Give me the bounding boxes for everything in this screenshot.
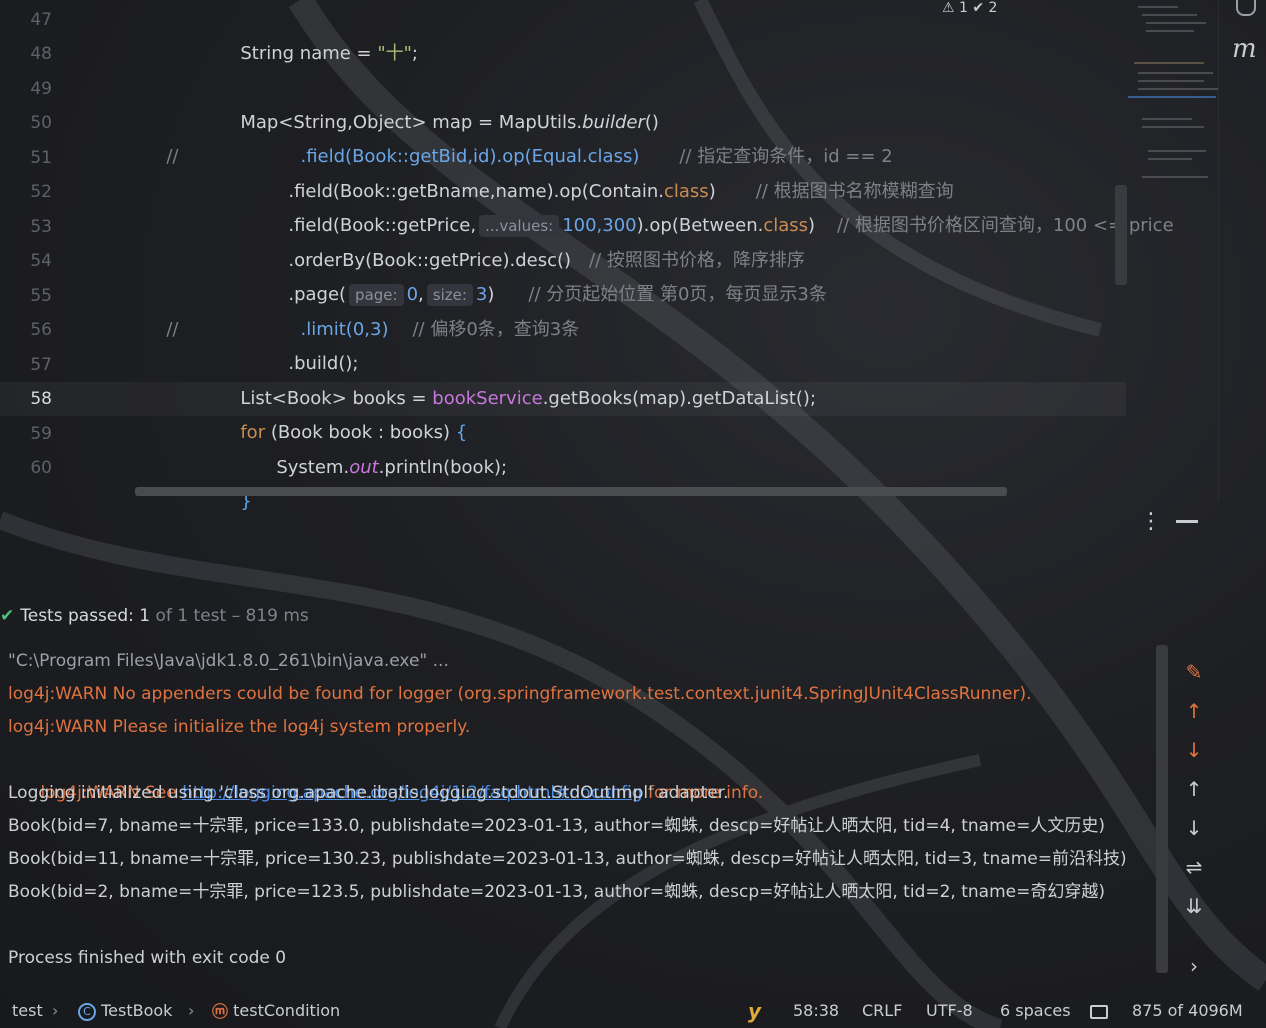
test-result-summary: ✔ Tests passed: 1 of 1 test – 819 ms <box>0 602 309 630</box>
line-number: 47 <box>30 10 52 30</box>
console-line: Logging initialized using 'class org.apa… <box>8 783 729 803</box>
check-icon: ✔ <box>0 606 15 626</box>
breadcrumb-class-label: TestBook <box>101 1001 173 1020</box>
line-number: 56 <box>30 320 52 340</box>
expand-icon[interactable]: › <box>1176 951 1212 981</box>
console-line: log4j:WARN Please initialize the log4j s… <box>8 717 471 737</box>
code-line[interactable]: .page(page: 0, size: 3)// 分页起始位置 第0页，每页显示3条 <box>132 244 1128 306</box>
line-number: 52 <box>30 182 52 202</box>
line-number: 53 <box>30 217 52 237</box>
inspection-status[interactable]: ⚠ 1 ✔ 2 <box>942 0 997 16</box>
line-number: 59 <box>30 424 52 444</box>
code-line[interactable]: .field(Book::getBname,name).op(Contain.c… <box>132 141 1128 202</box>
tests-passed-label: Tests passed: <box>20 606 134 626</box>
method-icon: ⓜ <box>212 1001 229 1021</box>
scroll-to-end-icon[interactable]: ⇊ <box>1176 891 1212 921</box>
more-options-icon[interactable]: ⋮ <box>1140 510 1162 534</box>
console-line: Book(bid=11, bname=十宗罪, price=130.23, pu… <box>8 849 1127 869</box>
console-line: Book(bid=2, bname=十宗罪, price=123.5, publ… <box>8 882 1105 902</box>
line-number-gutter[interactable]: 47 48 49 50 51 52 53 54 55 56 57 58 59 6… <box>0 0 70 498</box>
file-encoding[interactable]: UTF-8 <box>926 994 973 1028</box>
console-line: log4j:WARN See http://logging.apache.org… <box>8 744 763 803</box>
run-panel-header <box>0 500 1218 600</box>
prev-failed-icon[interactable]: ↑ <box>1176 696 1212 726</box>
editor-horizontal-scrollbar[interactable] <box>135 487 1007 496</box>
line-number: 49 <box>30 79 52 99</box>
code-line[interactable]: .field(Book::getPrice, ...values: 100,300)… <box>132 175 1174 237</box>
code-line[interactable]: List<Book> books = bookService.getBooks(… <box>132 348 1128 409</box>
code-line[interactable]: Map<String,Object> map = MapUtils.builde… <box>132 72 1128 133</box>
console-line: Book(bid=7, bname=十宗罪, price=133.0, publ… <box>8 816 1105 836</box>
chevron-right-icon: › <box>188 1001 195 1020</box>
tests-passed-detail: of 1 test – 819 ms <box>155 606 309 626</box>
line-separator[interactable]: CRLF <box>862 994 902 1028</box>
lock-icon[interactable] <box>1090 994 1108 1028</box>
string-literal: "十" <box>377 43 412 64</box>
code-line[interactable]: //.field(Book::getBid,id).op(Equal.class… <box>132 106 1128 167</box>
tests-passed-count: 1 <box>139 606 151 626</box>
next-failed-icon[interactable]: ↓ <box>1176 735 1212 765</box>
minimize-icon[interactable] <box>1176 520 1198 523</box>
console-scrollbar[interactable] <box>1156 645 1168 973</box>
code-line-current[interactable]: for (Book book : books) { <box>132 382 1128 443</box>
code-line[interactable]: System.out.println(book); <box>132 417 1128 478</box>
plugin-icon[interactable]: y <box>748 994 761 1028</box>
line-number: 60 <box>30 458 52 478</box>
up-arrow-icon[interactable]: ↑ <box>1176 774 1212 804</box>
clear-icon[interactable]: ✎ <box>1176 657 1212 687</box>
breadcrumb-method-label: testCondition <box>233 1001 341 1020</box>
console-line: log4j:WARN No appenders could be found f… <box>8 684 1032 704</box>
editor-vertical-scrollbar[interactable] <box>1115 185 1127 285</box>
down-arrow-icon[interactable]: ↓ <box>1176 813 1212 843</box>
code-line[interactable]: } <box>132 451 1128 512</box>
console-output[interactable]: "C:\Program Files\Java\jdk1.8.0_261\bin\… <box>0 643 1168 973</box>
line-number: 55 <box>30 286 52 306</box>
line-number: 57 <box>30 355 52 375</box>
ide-window: 47 48 49 50 51 52 53 54 55 56 57 58 59 6… <box>0 0 1266 1028</box>
line-number-current: 58 <box>30 389 52 409</box>
cursor-position[interactable]: 58:38 <box>793 994 839 1028</box>
chevron-right-icon: › <box>52 1001 59 1020</box>
code-text: ; <box>411 43 418 64</box>
memory-indicator[interactable]: 875 of 4096M <box>1132 994 1243 1028</box>
database-icon[interactable] <box>1236 0 1256 16</box>
breadcrumb-method[interactable]: ⓜ testCondition <box>212 994 340 1028</box>
code-editor[interactable]: 47 48 49 50 51 52 53 54 55 56 57 58 59 6… <box>0 0 1218 512</box>
indent-setting[interactable]: 6 spaces <box>1000 994 1071 1028</box>
console-line: Process finished with exit code 0 <box>8 948 287 968</box>
line-number: 51 <box>30 148 52 168</box>
status-bar: test › C TestBook › ⓜ testCondition y 58… <box>0 994 1266 1028</box>
maven-icon[interactable]: m <box>1232 34 1257 64</box>
code-line[interactable]: .build(); <box>132 313 1128 374</box>
class-icon: C <box>78 1002 96 1021</box>
soft-wrap-icon[interactable]: ⇌ <box>1176 852 1212 882</box>
right-tool-strip <box>1218 0 1266 500</box>
line-number: 50 <box>30 113 52 133</box>
line-number: 48 <box>30 44 52 64</box>
code-text: String name = <box>240 43 378 64</box>
line-number: 54 <box>30 251 52 271</box>
code-minimap[interactable] <box>1128 0 1218 190</box>
code-line[interactable]: //.limit(0,3)// 偏移0条，查询3条 <box>132 279 1128 340</box>
breadcrumb-module[interactable]: test <box>12 994 43 1028</box>
code-line[interactable]: .orderBy(Book::getPrice).desc()// 按照图书价格… <box>132 210 1128 271</box>
breadcrumb-class[interactable]: C TestBook <box>78 994 172 1028</box>
console-line: "C:\Program Files\Java\jdk1.8.0_261\bin\… <box>8 651 449 671</box>
